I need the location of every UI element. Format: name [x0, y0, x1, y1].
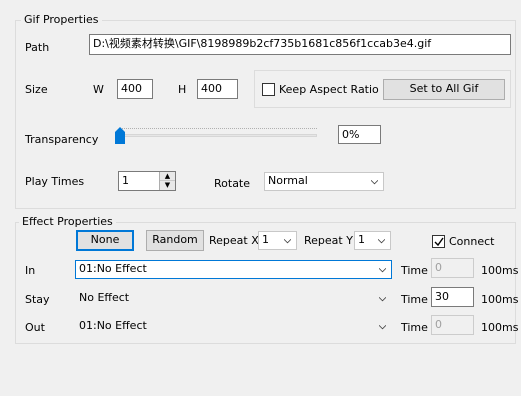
chevron-down-icon — [371, 180, 378, 185]
time-unit-label: 100ms — [481, 293, 519, 306]
set-to-all-gif-button[interactable]: Set to All Gif — [383, 79, 505, 100]
rotate-select[interactable]: Normal — [264, 172, 384, 191]
chevron-down-icon — [378, 239, 385, 244]
transparency-label: Transparency — [25, 133, 99, 146]
play-times-spinner[interactable]: ▲ ▼ — [159, 172, 175, 190]
repeat-x-select[interactable]: 1 — [258, 231, 297, 250]
slider-thumb-icon[interactable] — [115, 127, 125, 144]
gif-properties-title: Gif Properties — [21, 13, 102, 26]
time-unit-label: 100ms — [481, 264, 519, 277]
chevron-down-icon — [379, 325, 386, 330]
keep-aspect-checkbox[interactable] — [262, 83, 275, 96]
time-field[interactable]: 0 — [431, 258, 474, 278]
effect-value: 01:No Effect — [79, 319, 147, 332]
effect-row-label: In — [25, 264, 36, 277]
time-label: Time — [401, 321, 428, 334]
width-label: W — [93, 83, 104, 96]
repeat-y-select[interactable]: 1 — [354, 231, 391, 250]
path-label: Path — [25, 41, 50, 54]
transparency-value-field[interactable]: 0% — [338, 125, 381, 144]
repeat-x-label: Repeat X — [209, 234, 259, 247]
chevron-down-icon — [284, 239, 291, 244]
none-button[interactable]: None — [76, 230, 134, 251]
transparency-slider[interactable] — [115, 125, 323, 147]
time-field[interactable]: 0 — [431, 315, 474, 335]
effect-select[interactable]: 01:No Effect — [75, 317, 392, 336]
chevron-down-icon — [379, 268, 386, 273]
width-field[interactable]: 400 — [117, 79, 153, 99]
effect-properties-title: Effect Properties — [19, 215, 116, 228]
play-times-label: Play Times — [25, 175, 85, 188]
spin-up-icon[interactable]: ▲ — [160, 172, 175, 181]
connect-checkbox[interactable] — [432, 235, 445, 248]
rotate-label: Rotate — [214, 177, 251, 190]
effect-row-label: Out — [25, 321, 45, 334]
repeat-y-label: Repeat Y — [304, 234, 353, 247]
time-field[interactable]: 30 — [431, 287, 474, 307]
connect-label: Connect — [449, 235, 495, 248]
slider-track — [119, 134, 317, 137]
time-label: Time — [401, 264, 428, 277]
keep-aspect-label: Keep Aspect Ratio — [279, 83, 379, 96]
effect-row-label: Stay — [25, 293, 50, 306]
effect-value: No Effect — [79, 291, 130, 304]
effect-select[interactable]: No Effect — [75, 289, 392, 308]
checkmark-icon — [434, 237, 444, 247]
height-field[interactable]: 400 — [197, 79, 238, 99]
height-label: H — [178, 83, 187, 96]
random-button[interactable]: Random — [146, 230, 204, 251]
path-field[interactable]: D:\视频素材转换\GIF\8198989b2cf735b1681c856f1c… — [89, 34, 511, 55]
rotate-value: Normal — [268, 174, 308, 187]
spin-down-icon[interactable]: ▼ — [160, 181, 175, 190]
repeat-x-value: 1 — [262, 233, 269, 246]
effect-select[interactable]: 01:No Effect — [75, 260, 392, 279]
effect-value: 01:No Effect — [79, 262, 147, 275]
chevron-down-icon — [379, 297, 386, 302]
slider-ticks — [119, 128, 317, 129]
time-label: Time — [401, 293, 428, 306]
size-label: Size — [25, 83, 48, 96]
repeat-y-value: 1 — [358, 233, 365, 246]
time-unit-label: 100ms — [481, 321, 519, 334]
